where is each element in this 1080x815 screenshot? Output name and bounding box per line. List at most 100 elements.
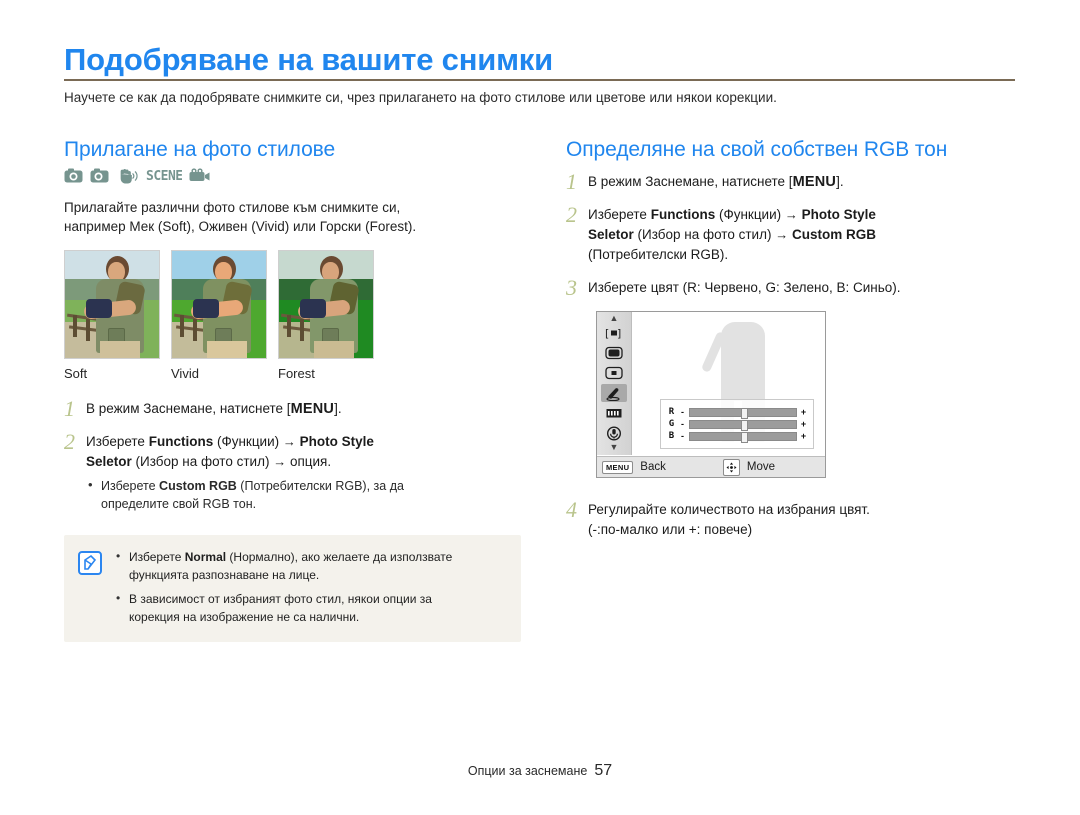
sample-forest: Forest [278,250,374,381]
section-title-photo-styles: Прилагане на фото стилове [64,138,336,161]
center-frame-icon[interactable] [601,364,627,382]
sample-image-vivid [171,250,267,359]
rgb-knob-g[interactable] [740,419,748,431]
rgb-minus-g[interactable]: - [679,419,686,429]
focus-area-icon[interactable]: [] [601,324,627,342]
rgb-minus-r[interactable]: - [679,407,686,417]
rgb-row-g[interactable]: G - + [667,419,807,431]
r-lbl-izbor: (Избор на фото стил) [633,227,776,242]
camera-lcd-screenshot: ▲ [] ▼ R - + G - + B - + MENU Back Move [596,311,826,478]
lbl-functions: Functions [148,434,214,449]
page-footer: Опции за заснемане 57 [0,762,1080,780]
camera-auto-icon [64,168,83,188]
tip1-c: (Нормално), ако желаете да използвате [226,550,453,564]
frame-icon[interactable] [601,344,627,362]
right-step-4-text: Регулирайте количеството на избрания цвя… [588,500,870,540]
bullet-izberete: Изберете [101,479,160,493]
sample-label-forest: Forest [278,366,315,381]
rgb-plus-b[interactable]: + [800,431,807,441]
lbl-opcia: опция. [289,454,332,469]
sample-image-soft [64,250,160,359]
left-step-2-bullets: Изберете Custom RGB (Потребителски RGB),… [86,476,404,513]
r-arrow-icon: → [784,207,798,222]
right-step-3-number: 3 [566,275,577,300]
voice-memo-icon[interactable] [601,424,627,442]
photo-style-icon[interactable] [601,384,627,402]
section-title-custom-rgb: Определяне на свой собствен RGB тон [566,138,948,161]
note-pen-icon [78,551,102,575]
rgb-row-b[interactable]: B - + [667,431,807,443]
right-step-4-line2: (-:по-малко или +: повече) [588,522,753,537]
r-lbl-izberete: Изберете [588,207,651,222]
lbl-funkcii: (Функции) [213,434,283,449]
tip1-a: Изберете [129,550,185,564]
left-step-2-line2: Seletor (Избор на фото стил) → опция. [86,452,404,472]
svg-text:SCENE: SCENE [146,169,182,182]
right-step-1-number: 1 [566,169,577,194]
manual-page: Подобряване на вашите снимки Научете се … [0,0,1080,815]
sample-soft: Soft [64,250,160,381]
right-step-1-text: В режим Заснемане, натиснете [MENU]. [588,172,844,192]
camera-program-icon: P [90,168,111,188]
right-step-2-line1: Изберете Functions (Функции) → Photo Sty… [588,205,876,225]
r-arrow-icon-2: → [775,227,789,242]
tip1-d: функцията разпознаване на лице. [129,567,320,582]
image-adjust-icon[interactable] [601,404,627,422]
rgb-plus-g[interactable]: + [800,419,807,429]
rgb-plus-r[interactable]: + [800,407,807,417]
rgb-bar-g[interactable] [689,419,797,431]
right-step-4-line1: Регулирайте количеството на избрания цвя… [588,502,870,517]
page-lede: Научете се как да подобрявате снимките с… [64,90,777,105]
menu-key-label: MENU [290,401,335,417]
r-lbl-photo-style: Photo Style [801,207,876,222]
right-steps-cont: 4 Регулирайте количеството на избрания ц… [566,499,1026,540]
scroll-up-caret-icon[interactable]: ▲ [610,314,619,323]
rgb-row-r[interactable]: R - + [667,407,807,419]
photo-styles-intro-line2: например Мек (Soft), Оживен (Vivid) или … [64,219,417,234]
left-step-2-number: 2 [64,429,75,454]
arrow-icon: → [282,434,296,449]
right-column: Определяне на свой собствен RGB тон 1 В … [566,138,1026,553]
rgb-bar-b[interactable] [689,431,797,443]
dual-is-icon [118,168,139,189]
title-divider [64,79,1015,81]
tip2-d: корекция на изображение не са налични. [129,609,360,624]
rgb-minus-b[interactable]: - [679,431,686,441]
left-step-2-text: Изберете Functions (Функции) → Photo Sty… [86,432,404,513]
left-steps: 1 В режим Заснемане, натиснете [MENU]. 2… [64,398,534,513]
right-step-2-number: 2 [566,202,577,227]
rgb-label-g: G [668,419,675,429]
page-title: Подобряване на вашите снимки [64,42,553,77]
tip-box: Изберете Normal (Нормално), ако желаете … [64,535,521,642]
scroll-down-caret-icon[interactable]: ▼ [610,443,619,452]
scene-icon: SCENE [146,169,183,187]
r-lbl-funkcii: (Функции) [715,207,785,222]
rgb-knob-r[interactable] [740,407,748,419]
lbl-seletor: Seletor [86,454,132,469]
r-lbl-functions: Functions [650,207,716,222]
bullet-tail-2: определите свой RGB тон. [101,497,257,511]
svg-text:P: P [104,177,109,184]
photo-style-samples: Soft Vivid Forest [64,250,534,381]
rgb-knob-b[interactable] [740,431,748,443]
menu-button-chip[interactable]: MENU [602,460,634,474]
dpad-icon[interactable] [722,458,740,476]
rgb-bar-r[interactable] [689,407,797,419]
footer-section-label: Опции за заснемане [467,764,588,778]
right-step-2-line3: (Потребителски RGB). [588,247,729,262]
sample-label-vivid: Vivid [171,366,199,381]
left-step-2-bullet-1: Изберете Custom RGB (Потребителски RGB),… [86,476,404,513]
lcd-move-label: Move [746,461,775,473]
left-step-2: 2 Изберете Functions (Функции) → Photo S… [64,429,534,513]
right-step1-b: ]. [836,174,844,189]
tip-item-1: Изберете Normal (Нормално), ако желаете … [114,548,453,584]
right-step-3: 3 Изберете цвят (R: Червено, G: Зелено, … [566,275,1026,300]
right-step1-a: В режим Заснемане, натиснете [ [588,174,793,189]
photo-styles-intro-line1: Прилагайте различни фото стилове към сни… [64,200,401,215]
bullet-custom-rgb: Custom RGB [159,479,237,493]
lcd-side-menu: ▲ [] ▼ [597,312,632,455]
left-step-1-text-a: В режим Заснемане, натиснете [ [86,401,291,416]
arrow-icon-2: → [273,454,287,469]
tip1-normal: Normal [184,550,227,564]
lbl-izbor-foto-stil: (Избор на фото стил) [131,454,274,469]
